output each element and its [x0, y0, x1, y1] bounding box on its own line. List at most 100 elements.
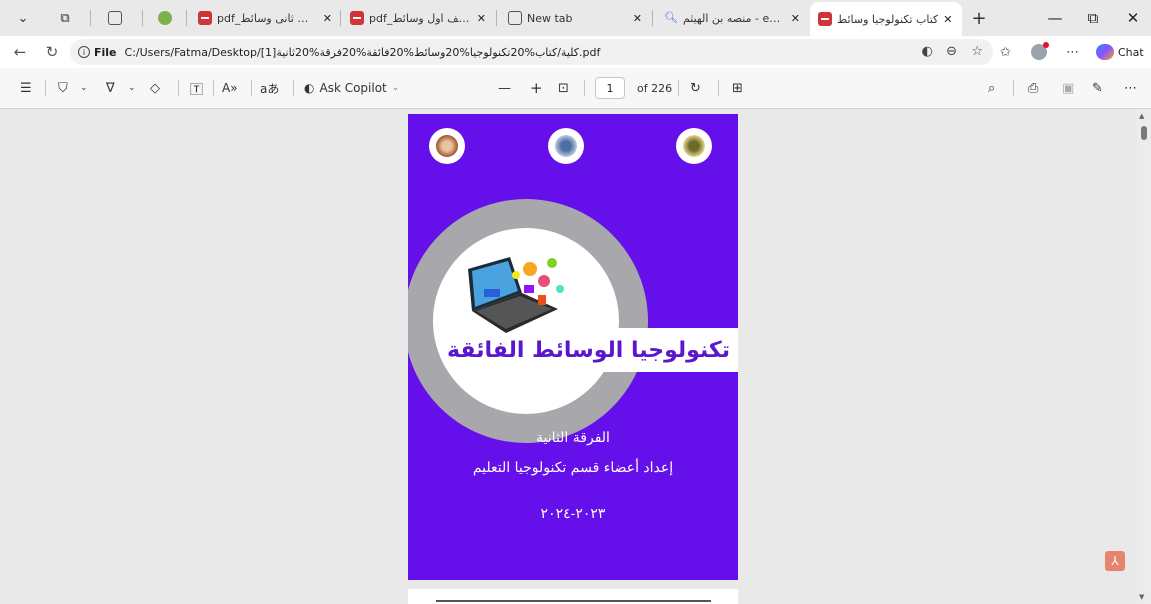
scroll-down-icon[interactable]: ▼ — [1139, 593, 1144, 601]
document-author: إعداد أعضاء قسم تكنولوجيا التعليم — [472, 460, 674, 476]
pdf-icon — [818, 12, 832, 26]
fit-width-icon[interactable]: ⊡ — [558, 78, 569, 98]
more-menu-icon[interactable]: ⋯ — [1066, 45, 1079, 60]
new-tab-button[interactable]: + — [966, 6, 992, 30]
close-tab-icon[interactable]: ✕ — [633, 12, 642, 25]
page-rule — [436, 600, 711, 602]
search-icon[interactable]: ⌕ — [988, 78, 995, 98]
divider — [496, 10, 497, 26]
read-aloud-icon[interactable]: A» — [222, 78, 238, 98]
divider — [142, 10, 143, 26]
page-view-icon[interactable]: ⊞ — [732, 78, 743, 98]
close-tab-icon[interactable]: ✕ — [477, 12, 486, 25]
info-icon[interactable]: i — [78, 46, 90, 58]
page-total: of 226 — [637, 81, 673, 95]
pdf-icon — [350, 11, 364, 25]
tab-pdf-assignment-1[interactable]: pdf_تكليف اول وسائط ✕ — [342, 4, 494, 32]
site-icon — [158, 11, 172, 25]
chat-label: Chat — [1118, 45, 1144, 59]
zoom-in-icon[interactable]: + — [530, 78, 543, 98]
newtab-icon — [508, 11, 522, 25]
highlight-icon[interactable]: ⛉ — [58, 78, 68, 98]
print-icon[interactable]: ⎙ — [1028, 78, 1038, 98]
copilot-icon — [1096, 44, 1114, 60]
more-options-icon[interactable]: ⋯ — [1124, 78, 1137, 98]
contents-list-icon[interactable]: ☰ — [20, 78, 32, 98]
tab-new-tab[interactable]: New tab ✕ — [500, 4, 650, 32]
pdf-icon — [198, 11, 212, 25]
tab-title: New tab — [527, 11, 573, 25]
minimize-icon[interactable]: — — [1040, 6, 1070, 30]
university-logo-icon — [429, 128, 465, 164]
refresh-icon[interactable]: ↻ — [40, 40, 64, 64]
divider — [90, 10, 91, 26]
divider — [340, 10, 341, 26]
pdf-page-cover: تكنولوجيا الوسائط الفائقة الفرقة الثانية… — [408, 114, 738, 580]
translate-icon[interactable]: aあ — [260, 78, 279, 98]
zoom-icon[interactable]: ⊖ — [946, 44, 957, 59]
zoom-out-icon[interactable]: — — [498, 78, 511, 98]
url-text[interactable]: C:/Users/Fatma/Desktop/[1]كلية/كتاب%20تك… — [125, 46, 601, 59]
tab-active-pdf[interactable]: كتاب تكنولوجيا وسائط ✕ — [810, 2, 962, 36]
vertical-scrollbar[interactable]: ▲ ▼ — [1137, 109, 1151, 604]
pdf-toolbar: ☰ ⛉ ⌄ ∇ ⌄ ◇ 🅃 A» aあ ◐ Ask Copilot ⌄ — + … — [0, 68, 1151, 109]
close-tab-icon[interactable]: ✕ — [323, 12, 332, 25]
divider — [213, 80, 214, 96]
eraser-icon[interactable]: ◇ — [150, 78, 160, 98]
address-bar: ← ↻ i File C:/Users/Fatma/Desktop/[1]كلي… — [0, 36, 1151, 68]
close-tab-icon[interactable]: ✕ — [943, 13, 952, 26]
document-year: ٢٠٢٣-٢٠٢٤ — [540, 506, 606, 522]
search-icon: 🔍︎ — [664, 11, 678, 24]
draw-chevron-icon[interactable]: ⌄ — [128, 78, 136, 98]
department-logo-icon — [548, 128, 584, 164]
document-title: تكنولوجيا الوسائط الفائقة — [447, 337, 730, 363]
highlight-chevron-icon[interactable]: ⌄ — [80, 78, 88, 98]
chevron-down-icon: ⌄ — [391, 83, 400, 93]
add-text-icon[interactable]: 🅃 — [190, 78, 203, 98]
tab-title: كتاب تكنولوجيا وسائط — [837, 12, 939, 26]
url-field[interactable]: i File C:/Users/Fatma/Desktop/[1]كلية/كت… — [70, 39, 993, 65]
tab-blank[interactable] — [100, 4, 136, 32]
divider — [45, 80, 46, 96]
close-tab-icon[interactable]: ✕ — [791, 12, 800, 25]
draw-icon[interactable]: ∇ — [106, 78, 115, 98]
tab-actions-chevron-icon[interactable]: ⌄ — [10, 6, 36, 30]
url-scheme: File — [94, 45, 117, 59]
pdf-page-next — [408, 589, 738, 604]
close-window-icon[interactable]: ✕ — [1118, 6, 1148, 30]
tab-search[interactable]: 🔍︎ منصه بن الهيثم - earch ✕ — [656, 4, 808, 32]
ask-copilot-label: Ask Copilot — [319, 81, 387, 95]
notification-dot — [1043, 42, 1049, 48]
tab-pdf-assignment-2[interactable]: pdf_تكليف ثانى وسائط ✕ — [190, 4, 340, 32]
back-arrow-icon[interactable]: ← — [8, 40, 32, 64]
cover-title-band: تكنولوجيا الوسائط الفائقة — [447, 328, 738, 372]
tab-title: pdf_تكليف اول وسائط — [369, 11, 472, 25]
faculty-logo-icon — [676, 128, 712, 164]
tab-title: منصه بن الهيثم - earch — [682, 11, 786, 25]
divider — [584, 80, 585, 96]
page-icon — [108, 11, 122, 25]
acrobat-icon[interactable]: ⅄ — [1105, 551, 1125, 571]
tab-favicon-only[interactable] — [150, 4, 182, 32]
ask-copilot-button[interactable]: ◐ Ask Copilot ⌄ — [304, 78, 399, 98]
scroll-up-icon[interactable]: ▲ — [1139, 112, 1144, 120]
rotate-icon[interactable]: ↻ — [690, 78, 701, 98]
laptop-media-illustration — [468, 257, 564, 333]
copilot-chat-button[interactable]: Chat — [1096, 43, 1144, 61]
divider — [718, 80, 719, 96]
document-grade: الفرقة الثانية — [536, 430, 610, 446]
copilot-page-icon[interactable]: ◐ — [922, 44, 933, 59]
tab-strip: ⌄ ⧉ pdf_تكليف ثانى وسائط ✕ pdf_تكليف اول… — [0, 0, 1151, 36]
scrollbar-thumb[interactable] — [1141, 126, 1147, 140]
divider — [678, 80, 679, 96]
profile-avatar[interactable] — [1031, 42, 1049, 60]
divider — [178, 80, 179, 96]
save-icon[interactable]: ▣ — [1062, 78, 1074, 98]
favorite-star-icon[interactable]: ☆ — [971, 44, 983, 59]
workspaces-icon[interactable]: ⧉ — [52, 6, 78, 30]
save-as-icon[interactable]: ✎ — [1092, 78, 1103, 98]
restore-icon[interactable]: ⧉ — [1078, 6, 1108, 30]
copilot-icon: ◐ — [304, 81, 315, 95]
page-number-input[interactable]: 1 — [595, 77, 625, 99]
favorites-list-icon[interactable]: ✩ — [1000, 45, 1011, 60]
